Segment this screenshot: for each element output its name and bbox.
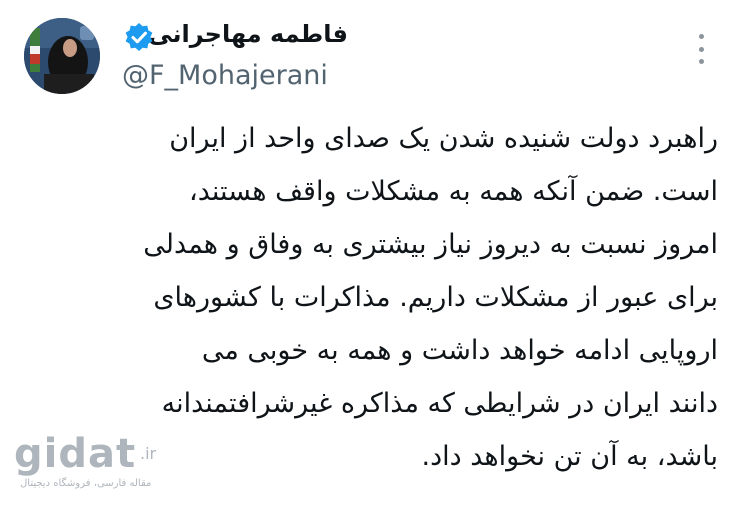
more-dots-vertical-icon xyxy=(698,34,704,39)
watermark-tld: .ir xyxy=(140,444,157,463)
tweet-line: دانند ایران در شرایطی که مذاکره غیرشرافت… xyxy=(161,388,718,419)
tweet-text: راهبرد دولت شنیده شدن یک صدای واحد از ای… xyxy=(16,112,718,483)
tweet-line: امروز نسبت به دیروز نیاز بیشتری به وفاق … xyxy=(143,229,718,260)
watermark-tagline: مقاله فارسی، فروشگاه دیجیتال xyxy=(20,478,152,489)
watermark-logo: gidat xyxy=(14,431,137,477)
username-handle[interactable]: @F_Mohajerani xyxy=(122,60,328,91)
verified-badge-icon xyxy=(125,23,153,51)
tweet-line: برای عبور از مشکلات داریم. مذاکرات با کش… xyxy=(153,282,718,313)
display-name[interactable]: فاطمه مهاجرانی xyxy=(148,20,348,48)
watermark: gidat .ir مقاله فارسی، فروشگاه دیجیتال xyxy=(14,430,164,496)
more-dot xyxy=(698,46,704,52)
avatar-image xyxy=(24,18,100,94)
avatar[interactable] xyxy=(24,18,100,94)
more-options-button[interactable] xyxy=(690,34,712,64)
tweet-line: اروپایی ادامه خواهد داشت و همه به خوبی م… xyxy=(201,335,718,366)
tweet-line: است. ضمن آنکه همه به مشکلات واقف هستند، xyxy=(189,176,718,207)
tweet-line: راهبرد دولت شنیده شدن یک صدای واحد از ای… xyxy=(169,123,718,154)
more-dot xyxy=(698,59,704,64)
